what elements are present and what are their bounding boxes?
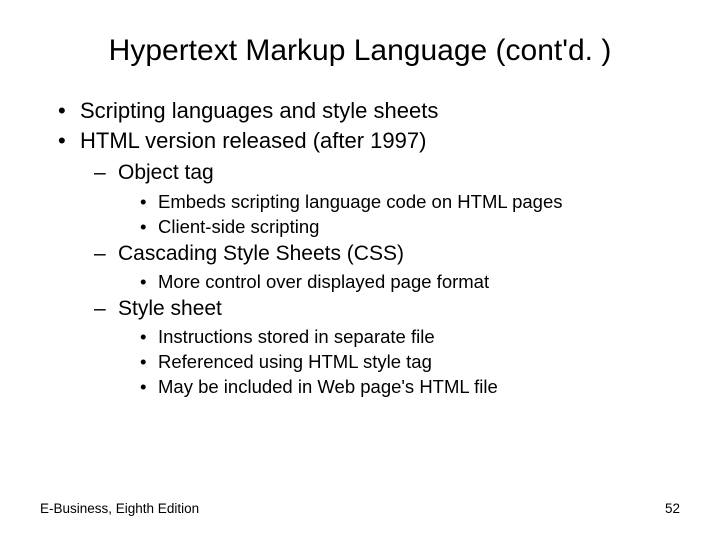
page-number: 52 bbox=[665, 501, 680, 516]
bullet-text: Style sheet bbox=[118, 297, 222, 320]
bullet-list-level-1: Scripting languages and style sheets HTM… bbox=[54, 96, 680, 400]
bullet-item: Cascading Style Sheets (CSS) More contro… bbox=[90, 240, 680, 295]
bullet-item: Embeds scripting language code on HTML p… bbox=[136, 190, 680, 215]
slide-footer: E-Business, Eighth Edition 52 bbox=[40, 501, 680, 516]
slide-title: Hypertext Markup Language (cont'd. ) bbox=[40, 34, 680, 68]
bullet-item: More control over displayed page format bbox=[136, 270, 680, 295]
bullet-item: HTML version released (after 1997) Objec… bbox=[54, 126, 680, 401]
bullet-text: More control over displayed page format bbox=[158, 271, 489, 292]
bullet-item: Instructions stored in separate file bbox=[136, 325, 680, 350]
bullet-text: Cascading Style Sheets (CSS) bbox=[118, 242, 404, 265]
bullet-text: Client-side scripting bbox=[158, 216, 319, 237]
bullet-item: Scripting languages and style sheets bbox=[54, 96, 680, 126]
bullet-text: Scripting languages and style sheets bbox=[80, 98, 438, 123]
slide-content: Scripting languages and style sheets HTM… bbox=[40, 96, 680, 400]
bullet-text: May be included in Web page's HTML file bbox=[158, 376, 498, 397]
bullet-list-level-3: Embeds scripting language code on HTML p… bbox=[118, 190, 680, 240]
bullet-text: Instructions stored in separate file bbox=[158, 326, 435, 347]
bullet-item: Style sheet Instructions stored in separ… bbox=[90, 295, 680, 400]
bullet-text: Referenced using HTML style tag bbox=[158, 351, 432, 372]
bullet-list-level-3: Instructions stored in separate file Ref… bbox=[118, 325, 680, 400]
bullet-item: Referenced using HTML style tag bbox=[136, 350, 680, 375]
bullet-text: Object tag bbox=[118, 161, 214, 184]
bullet-text: HTML version released (after 1997) bbox=[80, 128, 426, 153]
bullet-item: Client-side scripting bbox=[136, 215, 680, 240]
bullet-text: Embeds scripting language code on HTML p… bbox=[158, 191, 563, 212]
bullet-list-level-2: Object tag Embeds scripting language cod… bbox=[80, 159, 680, 400]
footer-left: E-Business, Eighth Edition bbox=[40, 501, 199, 516]
bullet-item: Object tag Embeds scripting language cod… bbox=[90, 159, 680, 239]
bullet-list-level-3: More control over displayed page format bbox=[118, 270, 680, 295]
bullet-item: May be included in Web page's HTML file bbox=[136, 375, 680, 400]
slide: Hypertext Markup Language (cont'd. ) Scr… bbox=[0, 0, 720, 540]
